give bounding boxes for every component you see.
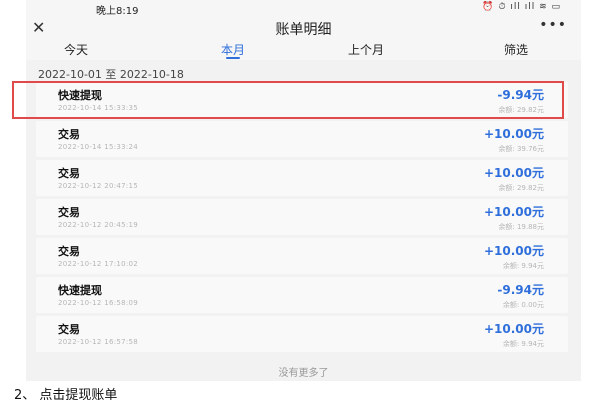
transaction-time: 2022-10-12 16:57:58 xyxy=(58,338,139,346)
transaction-time: 2022-10-12 20:47:15 xyxy=(58,182,139,190)
tab-last-month[interactable]: 上个月 xyxy=(348,41,384,58)
transaction-name: 交易 xyxy=(58,245,80,258)
nav-bar: ✕ 账单明细 ••• xyxy=(26,16,581,40)
tab-filter[interactable]: 筛选 xyxy=(504,41,528,58)
transaction-row[interactable]: 交易 2022-10-14 15:33:24 +10.00元 余额: 39.76… xyxy=(36,121,568,157)
transaction-time: 2022-10-12 16:58:09 xyxy=(58,299,139,307)
transaction-row[interactable]: 快速提现 2022-10-14 15:33:35 -9.94元 余额: 29.8… xyxy=(36,82,568,118)
transaction-row[interactable]: 交易 2022-10-12 17:10:02 +10.00元 余额: 9.94元 xyxy=(36,238,568,274)
transaction-name: 交易 xyxy=(58,128,80,141)
transaction-amount: +10.00元 xyxy=(483,205,544,219)
transaction-amount: -9.94元 xyxy=(497,283,544,297)
transaction-row[interactable]: 交易 2022-10-12 16:57:58 +10.00元 余额: 9.94元 xyxy=(36,316,568,352)
transaction-balance: 余额: 0.00元 xyxy=(502,301,544,309)
transaction-row[interactable]: 快速提现 2022-10-12 16:58:09 -9.94元 余额: 0.00… xyxy=(36,277,568,313)
transaction-balance: 余额: 39.76元 xyxy=(498,145,544,153)
page-title: 账单明细 xyxy=(275,22,332,38)
transaction-amount: -9.94元 xyxy=(497,88,544,102)
transaction-amount: +10.00元 xyxy=(483,244,544,258)
transaction-name: 交易 xyxy=(58,206,80,219)
status-time: 晚上8:19 xyxy=(96,6,139,17)
active-tab-indicator xyxy=(226,57,240,59)
transaction-amount: +10.00元 xyxy=(483,166,544,180)
no-more-text: 没有更多了 xyxy=(278,368,329,379)
transaction-name: 快速提现 xyxy=(58,89,102,102)
tab-this-month[interactable]: 本月 xyxy=(221,41,245,58)
transaction-balance: 余额: 9.94元 xyxy=(502,340,544,348)
status-icons: ⏰ ⏱ ıll ıll ≋ ▭ xyxy=(482,2,561,12)
transaction-balance: 余额: 29.82元 xyxy=(498,184,544,192)
transaction-balance: 余额: 19.88元 xyxy=(498,223,544,231)
transaction-time: 2022-10-12 20:45:19 xyxy=(58,221,139,229)
transaction-row[interactable]: 交易 2022-10-12 20:45:19 +10.00元 余额: 19.88… xyxy=(36,199,568,235)
tab-today[interactable]: 今天 xyxy=(64,41,88,58)
transaction-time: 2022-10-14 15:33:35 xyxy=(58,104,139,112)
status-bar: 晚上8:19 ⏰ ⏱ ıll ıll ≋ ▭ xyxy=(26,0,581,17)
transaction-balance: 余额: 9.94元 xyxy=(502,262,544,270)
transaction-amount: +10.00元 xyxy=(483,127,544,141)
transaction-row[interactable]: 交易 2022-10-12 20:47:15 +10.00元 余额: 29.82… xyxy=(36,160,568,196)
transaction-time: 2022-10-12 17:10:02 xyxy=(58,260,139,268)
transaction-name: 交易 xyxy=(58,323,80,336)
transaction-time: 2022-10-14 15:33:24 xyxy=(58,143,139,151)
transaction-balance: 余额: 29.82元 xyxy=(498,106,544,114)
transaction-name: 交易 xyxy=(58,167,80,180)
more-icon[interactable]: ••• xyxy=(539,17,567,33)
date-range: 2022-10-01 至 2022-10-18 xyxy=(38,68,184,81)
phone-screen: 晚上8:19 ⏰ ⏱ ıll ıll ≋ ▭ ✕ 账单明细 ••• 今天 本月 … xyxy=(26,0,581,381)
tab-bar: 今天 本月 上个月 筛选 xyxy=(26,40,581,60)
step-caption: 2、 点击提现账单 xyxy=(14,388,118,400)
transaction-name: 快速提现 xyxy=(58,284,102,297)
transaction-amount: +10.00元 xyxy=(483,322,544,336)
